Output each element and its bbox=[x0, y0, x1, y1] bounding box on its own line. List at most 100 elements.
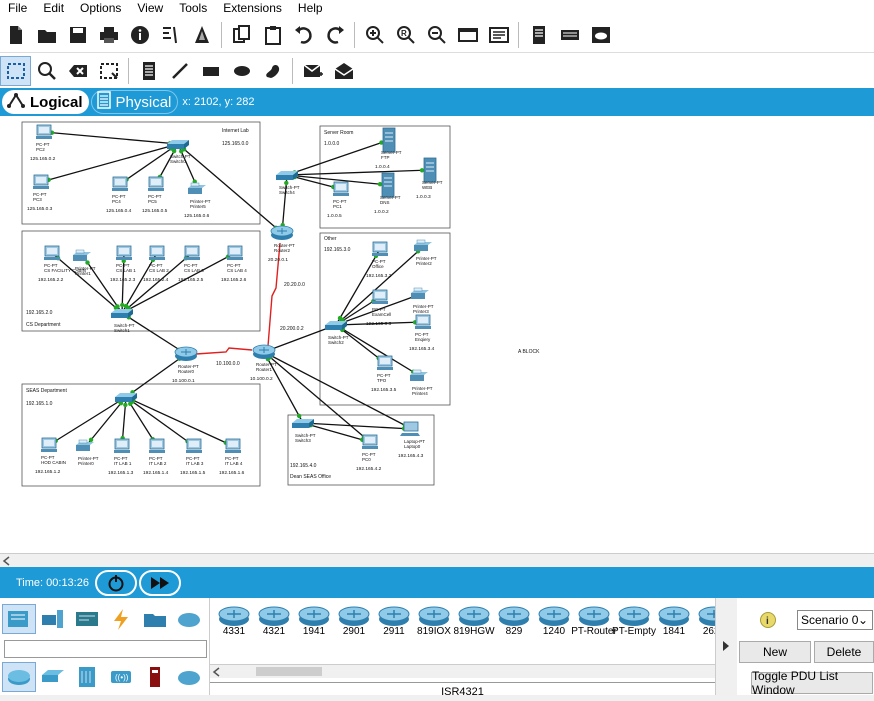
rectangle-icon[interactable] bbox=[195, 56, 226, 86]
delete-icon[interactable] bbox=[62, 56, 93, 86]
device-model-819hgw[interactable]: 819HGW bbox=[453, 602, 495, 640]
menu-options[interactable]: Options bbox=[72, 0, 129, 17]
new-file-icon[interactable] bbox=[0, 20, 31, 50]
tab-logical[interactable]: Logical bbox=[2, 90, 89, 114]
components-icon[interactable] bbox=[70, 604, 104, 634]
scrollbar-thumb[interactable] bbox=[256, 667, 322, 676]
device-switch1[interactable]: Switch-PTSwitch1 bbox=[111, 309, 135, 333]
device-office[interactable]: PC-PTOffice192.165.3.2 bbox=[366, 241, 392, 279]
device-model-1841[interactable]: 1841 bbox=[654, 602, 694, 640]
device-switch2[interactable]: Switch-PTSwitch2 bbox=[325, 321, 349, 345]
device-it-lab-3[interactable]: PC-PTIT LAB 3192.165.1.5 bbox=[180, 438, 206, 476]
new-scenario-button[interactable]: New bbox=[739, 641, 811, 663]
device-dns[interactable]: Server-PTDNS1.0.0.2 bbox=[374, 172, 401, 215]
device-printer3[interactable]: Printer-PTPrinter3 bbox=[411, 287, 434, 314]
redo-icon[interactable] bbox=[319, 20, 350, 50]
device-it-lab-2[interactable]: PC-PTIT LAB 2192.165.1.4 bbox=[143, 438, 169, 476]
device-printer1[interactable]: Printer-PTPrinter1 bbox=[73, 249, 96, 276]
device-model-scrollbar[interactable] bbox=[210, 664, 715, 678]
device-router0[interactable]: Router-PTRouter010.100.0.1 bbox=[172, 346, 199, 384]
fast-forward-button[interactable] bbox=[138, 569, 181, 596]
security-icon[interactable] bbox=[138, 662, 172, 692]
device-model-pt-router[interactable]: PT-Router bbox=[571, 602, 617, 640]
undo-icon[interactable] bbox=[288, 20, 319, 50]
ethernet-link[interactable] bbox=[43, 131, 179, 145]
device-cs-lab-4[interactable]: PC-PTCS LAB 4192.165.2.6 bbox=[221, 245, 247, 283]
device-tpo[interactable]: PC-PTTPO192.165.3.5 bbox=[371, 355, 397, 393]
drawing-palette-icon[interactable] bbox=[452, 20, 483, 50]
device-model-829[interactable]: 829 bbox=[494, 602, 534, 640]
device-cs-lab-1[interactable]: PC-PTCS LAB 1192.165.2.3 bbox=[110, 245, 136, 283]
expand-arrow-icon[interactable] bbox=[716, 598, 736, 695]
device-hod-cabin[interactable]: PC-PTHOD CABIN192.165.1.2 bbox=[35, 437, 66, 475]
zoom-in-icon[interactable] bbox=[359, 20, 390, 50]
zoom-out-icon[interactable] bbox=[421, 20, 452, 50]
notes-icon[interactable] bbox=[523, 20, 554, 50]
panel-divider[interactable] bbox=[715, 598, 737, 695]
ethernet-link[interactable] bbox=[40, 143, 179, 183]
connections-icon[interactable] bbox=[104, 604, 138, 634]
end-devices-icon[interactable] bbox=[36, 604, 70, 634]
multiuser-icon[interactable] bbox=[172, 604, 206, 634]
custom-device-icon[interactable] bbox=[186, 20, 217, 50]
device-printer5[interactable]: Printer-PTPrinter5125.165.0.6 bbox=[184, 182, 211, 219]
note-icon[interactable] bbox=[133, 56, 164, 86]
network-devices-icon[interactable] bbox=[2, 604, 36, 634]
device-printer0[interactable]: Printer-PTPrinter0 bbox=[76, 439, 99, 466]
scenario-select[interactable]: Scenario 0 ⌄ bbox=[797, 610, 873, 630]
menu-view[interactable]: View bbox=[129, 0, 171, 17]
resize-icon[interactable] bbox=[93, 56, 124, 86]
device-cs-lab-3[interactable]: PC-PTCS LAB 3192.165.2.5 bbox=[178, 245, 204, 283]
device-web[interactable]: Server-PTWEB1.0.0.3 bbox=[416, 157, 443, 200]
menu-help[interactable]: Help bbox=[290, 0, 331, 17]
device-printer4[interactable]: Printer-PTPrinter4 bbox=[410, 369, 433, 396]
device-cs-lab-2[interactable]: PC-PTCS LAB 2192.165.2.4 bbox=[143, 245, 169, 283]
toggle-pdu-list-button[interactable]: Toggle PDU List Window bbox=[751, 669, 873, 697]
device-enqiery[interactable]: PC-PTEnqiery192.165.3.4 bbox=[409, 314, 435, 352]
device-ftp[interactable]: Server-PTFTP1.0.0.4 bbox=[375, 127, 402, 170]
custom-devices-dialog-icon[interactable] bbox=[483, 20, 514, 50]
zoom-reset-icon[interactable]: R bbox=[390, 20, 421, 50]
network-topology[interactable]: Internet Lab 125.165.0.0 Server Room 1.0.0.… bbox=[0, 116, 874, 553]
hubs-icon[interactable] bbox=[70, 662, 104, 692]
simple-pdu-icon[interactable] bbox=[297, 56, 328, 86]
scroll-left-icon[interactable] bbox=[0, 554, 14, 568]
device-pc5[interactable]: PC-PTPC5125.165.0.5 bbox=[142, 176, 168, 214]
switches-icon[interactable] bbox=[36, 662, 70, 692]
device-pc1[interactable]: PC-PTPC11.0.0.5 bbox=[327, 181, 349, 219]
activity-wizard-icon[interactable] bbox=[155, 20, 186, 50]
ellipse-icon[interactable] bbox=[226, 56, 257, 86]
scroll-left-icon[interactable] bbox=[210, 665, 224, 679]
network-info-icon[interactable] bbox=[554, 20, 585, 50]
copy-icon[interactable] bbox=[226, 20, 257, 50]
inspect-icon[interactable] bbox=[31, 56, 62, 86]
device-it-lab-1[interactable]: PC-PTIT LAB 1192.165.1.3 bbox=[108, 438, 134, 476]
device-pc4[interactable]: PC-PTPC4125.165.0.4 bbox=[106, 176, 132, 214]
delete-scenario-button[interactable]: Delete bbox=[814, 641, 874, 663]
menu-edit[interactable]: Edit bbox=[35, 0, 72, 17]
menu-extensions[interactable]: Extensions bbox=[215, 0, 290, 17]
device-model-4321[interactable]: 4321 bbox=[254, 602, 294, 640]
device-it-lab-4[interactable]: PC-PTIT LAB 4192.165.1.6 bbox=[219, 438, 245, 476]
tab-physical[interactable]: Physical bbox=[90, 90, 179, 114]
serial-link[interactable] bbox=[195, 347, 253, 355]
device-model-4331[interactable]: 4331 bbox=[214, 602, 254, 640]
device-model-2911[interactable]: 2911 bbox=[374, 602, 414, 640]
device-model-1240[interactable]: 1240 bbox=[534, 602, 574, 640]
device-model-pt-empty[interactable]: PT-Empty bbox=[612, 602, 656, 640]
ethernet-link[interactable] bbox=[121, 252, 193, 314]
complex-pdu-icon[interactable] bbox=[328, 56, 359, 86]
device-model-819iox[interactable]: 819IOX bbox=[414, 602, 454, 640]
device-model-2901[interactable]: 2901 bbox=[334, 602, 374, 640]
select-icon[interactable] bbox=[0, 55, 31, 86]
open-folder-icon[interactable] bbox=[31, 20, 62, 50]
wireless-devices-icon[interactable]: ((•)) bbox=[104, 662, 138, 692]
logical-workspace[interactable]: Internet Lab 125.165.0.0 Server Room 1.0.0.… bbox=[0, 116, 874, 553]
ethernet-link[interactable] bbox=[125, 353, 187, 398]
device-pc0[interactable]: PC-PTPC0192.165.4.2 bbox=[356, 434, 382, 472]
area-box[interactable] bbox=[21, 121, 261, 225]
freeform-icon[interactable] bbox=[257, 56, 288, 86]
ethernet-link[interactable] bbox=[286, 169, 431, 176]
device-switch3[interactable]: Switch-PTSwitch3 bbox=[292, 419, 316, 443]
ethernet-link[interactable] bbox=[121, 312, 187, 355]
